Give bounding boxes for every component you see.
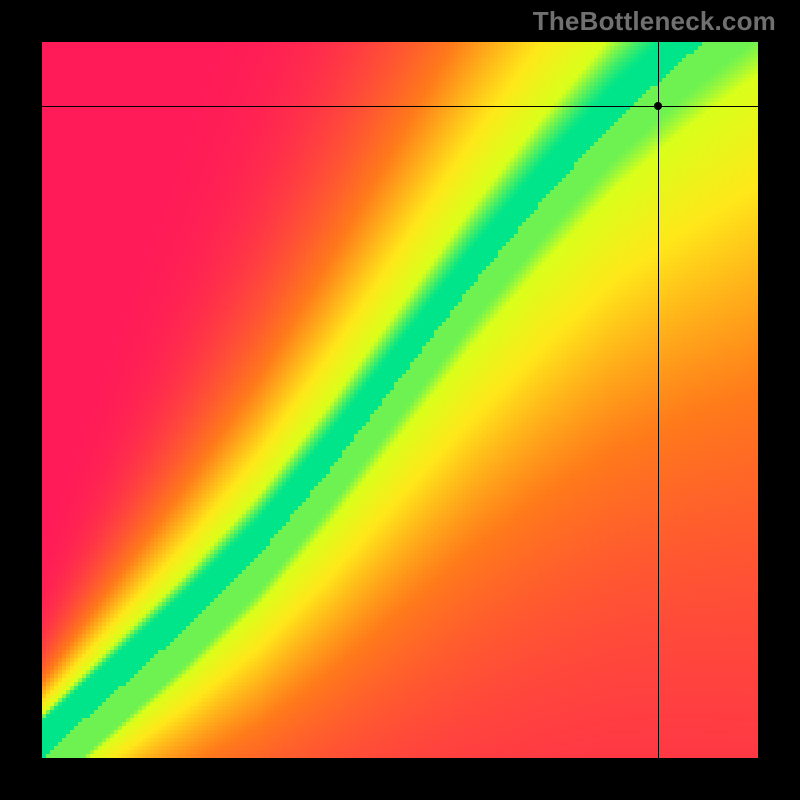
heatmap-canvas [42, 42, 758, 758]
marker-dot [654, 102, 662, 110]
crosshair-horizontal [42, 106, 758, 107]
chart-frame: TheBottleneck.com [0, 0, 800, 800]
plot-area [42, 42, 758, 758]
watermark-text: TheBottleneck.com [533, 6, 776, 37]
crosshair-vertical [658, 42, 659, 758]
